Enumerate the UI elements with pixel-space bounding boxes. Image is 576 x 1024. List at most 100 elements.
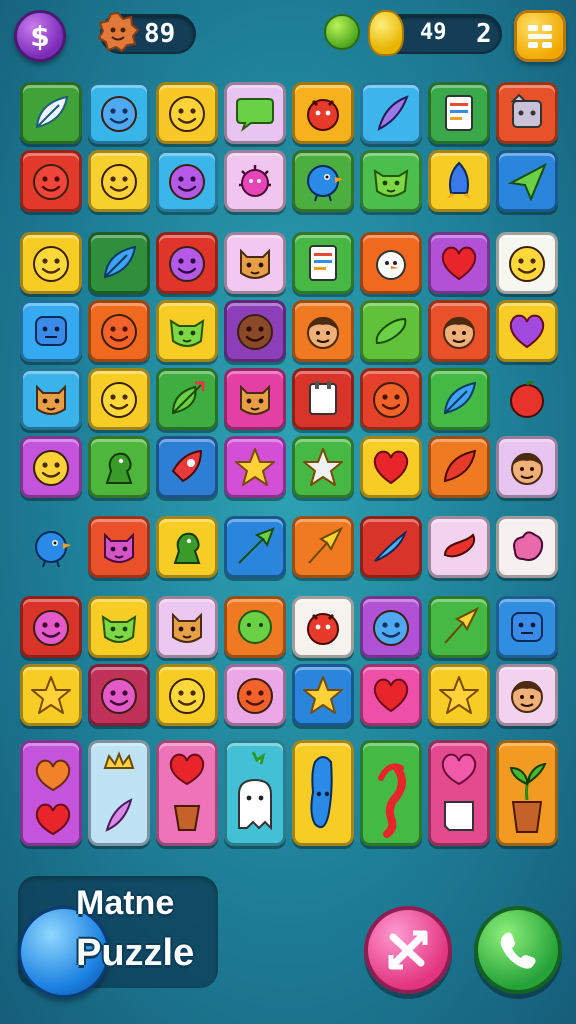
- tile-red-face[interactable]: [20, 150, 82, 212]
- tile-heart[interactable]: [360, 436, 422, 498]
- tile-pink-face[interactable]: [88, 664, 150, 726]
- tile-smiley[interactable]: [88, 368, 150, 430]
- tile-cat-face[interactable]: [224, 368, 286, 430]
- tile-green-cat[interactable]: [360, 150, 422, 212]
- tile-star[interactable]: [20, 664, 82, 726]
- tile-yellow-arrow[interactable]: [292, 516, 354, 578]
- tile-yellow-face[interactable]: [156, 82, 218, 144]
- red-creature-icon: [307, 99, 339, 131]
- red-ball-icon: [510, 380, 544, 418]
- tile-pink-virus[interactable]: [224, 150, 286, 212]
- tile-boy-face[interactable]: [496, 436, 558, 498]
- tile-blue-face[interactable]: [88, 82, 150, 144]
- tile-heart-pot[interactable]: [156, 740, 218, 846]
- tile-rocket-red[interactable]: [156, 436, 218, 498]
- tile-smiley[interactable]: [496, 232, 558, 294]
- tile-cucumber[interactable]: [360, 300, 422, 362]
- tile-speech-bubble[interactable]: [224, 82, 286, 144]
- tile-smiley[interactable]: [20, 232, 82, 294]
- smiley-icon: [169, 678, 205, 714]
- tile-plant-pot[interactable]: [496, 740, 558, 846]
- cat-face-icon: [240, 384, 270, 415]
- tile-red-leaf[interactable]: [428, 436, 490, 498]
- yellow-face-icon: [169, 96, 205, 132]
- tile-blue-leaf[interactable]: [88, 232, 150, 294]
- menu-button[interactable]: [514, 10, 566, 62]
- green-bubble-icon: [238, 610, 272, 644]
- tile-heart[interactable]: [428, 232, 490, 294]
- tile-ghost[interactable]: [224, 740, 286, 846]
- crown-feather-icon: [103, 751, 135, 832]
- tile-yellow-face[interactable]: [20, 436, 82, 498]
- tile-cat-face[interactable]: [224, 232, 286, 294]
- tile-notepad[interactable]: [292, 368, 354, 430]
- tile-crown-feather[interactable]: [88, 740, 150, 846]
- counter-b-value: 2: [476, 19, 492, 49]
- tile-blue-bean[interactable]: [292, 740, 354, 846]
- tile-purple-face[interactable]: [156, 232, 218, 294]
- tile-star[interactable]: [292, 664, 354, 726]
- tile-boy-face[interactable]: [292, 300, 354, 362]
- tile-heart-note[interactable]: [428, 740, 490, 846]
- tile-boy-face[interactable]: [428, 300, 490, 362]
- tile-blue-square-face[interactable]: [496, 596, 558, 658]
- tile-blue-face[interactable]: [360, 596, 422, 658]
- tile-feather[interactable]: [360, 82, 422, 144]
- notepad-icon: [309, 381, 337, 415]
- tile-heart[interactable]: [360, 664, 422, 726]
- tile-orange-face[interactable]: [360, 368, 422, 430]
- tile-hearts[interactable]: [20, 740, 82, 846]
- tile-dino[interactable]: [88, 436, 150, 498]
- tile-pink-face[interactable]: [20, 596, 82, 658]
- tile-boy-face[interactable]: [496, 664, 558, 726]
- tile-cat-face[interactable]: [156, 596, 218, 658]
- robot-face-icon: [510, 93, 542, 128]
- tile-yellow-arrow[interactable]: [428, 596, 490, 658]
- tile-green-cat[interactable]: [88, 596, 150, 658]
- tile-purple-face[interactable]: [156, 150, 218, 212]
- tile-blue-bird[interactable]: [20, 516, 82, 578]
- tile-robot-face[interactable]: [496, 82, 558, 144]
- tile-smiley[interactable]: [156, 664, 218, 726]
- yellow-arrow-icon: [308, 526, 344, 564]
- tile-dino[interactable]: [156, 516, 218, 578]
- tile-document[interactable]: [292, 232, 354, 294]
- pink-cat-icon: [104, 532, 134, 563]
- tile-red-ball[interactable]: [496, 368, 558, 430]
- tile-document[interactable]: [428, 82, 490, 144]
- title-line-2: Puzzle: [76, 932, 195, 974]
- tile-star[interactable]: [428, 664, 490, 726]
- phone-button[interactable]: [474, 906, 562, 994]
- tile-leaf[interactable]: [20, 82, 82, 144]
- tile-pink-blob[interactable]: [496, 516, 558, 578]
- tile-sausage[interactable]: [428, 516, 490, 578]
- red-leaf-icon: [443, 449, 477, 483]
- tile-blue-arrow[interactable]: [360, 516, 422, 578]
- tile-red-hook[interactable]: [360, 740, 422, 846]
- tile-blue-leaf[interactable]: [428, 368, 490, 430]
- tile-blue-square-face[interactable]: [20, 300, 82, 362]
- shuffle-button[interactable]: [364, 906, 452, 994]
- tile-red-creature[interactable]: [292, 82, 354, 144]
- tile-brown-face[interactable]: [224, 300, 286, 362]
- tile-red-creature[interactable]: [292, 596, 354, 658]
- tile-rocket[interactable]: [428, 150, 490, 212]
- hearts-icon: [35, 759, 71, 836]
- tile-green-cat[interactable]: [156, 300, 218, 362]
- tile-white-star[interactable]: [292, 436, 354, 498]
- tile-purple-heart[interactable]: [496, 300, 558, 362]
- dollar-coin-button[interactable]: $: [14, 10, 66, 62]
- speech-bubble-icon: [236, 98, 274, 132]
- tile-pink-cat[interactable]: [88, 516, 150, 578]
- tile-snowman[interactable]: [360, 232, 422, 294]
- tile-leaf-arrow[interactable]: [156, 368, 218, 430]
- tile-paper-plane[interactable]: [496, 150, 558, 212]
- tile-green-arrow[interactable]: [224, 516, 286, 578]
- tile-orange-face[interactable]: [224, 664, 286, 726]
- tile-blue-bird[interactable]: [292, 150, 354, 212]
- tile-orange-face[interactable]: [88, 300, 150, 362]
- tile-green-bubble[interactable]: [224, 596, 286, 658]
- tile-star[interactable]: [224, 436, 286, 498]
- tile-yellow-face[interactable]: [88, 150, 150, 212]
- tile-cat-face[interactable]: [20, 368, 82, 430]
